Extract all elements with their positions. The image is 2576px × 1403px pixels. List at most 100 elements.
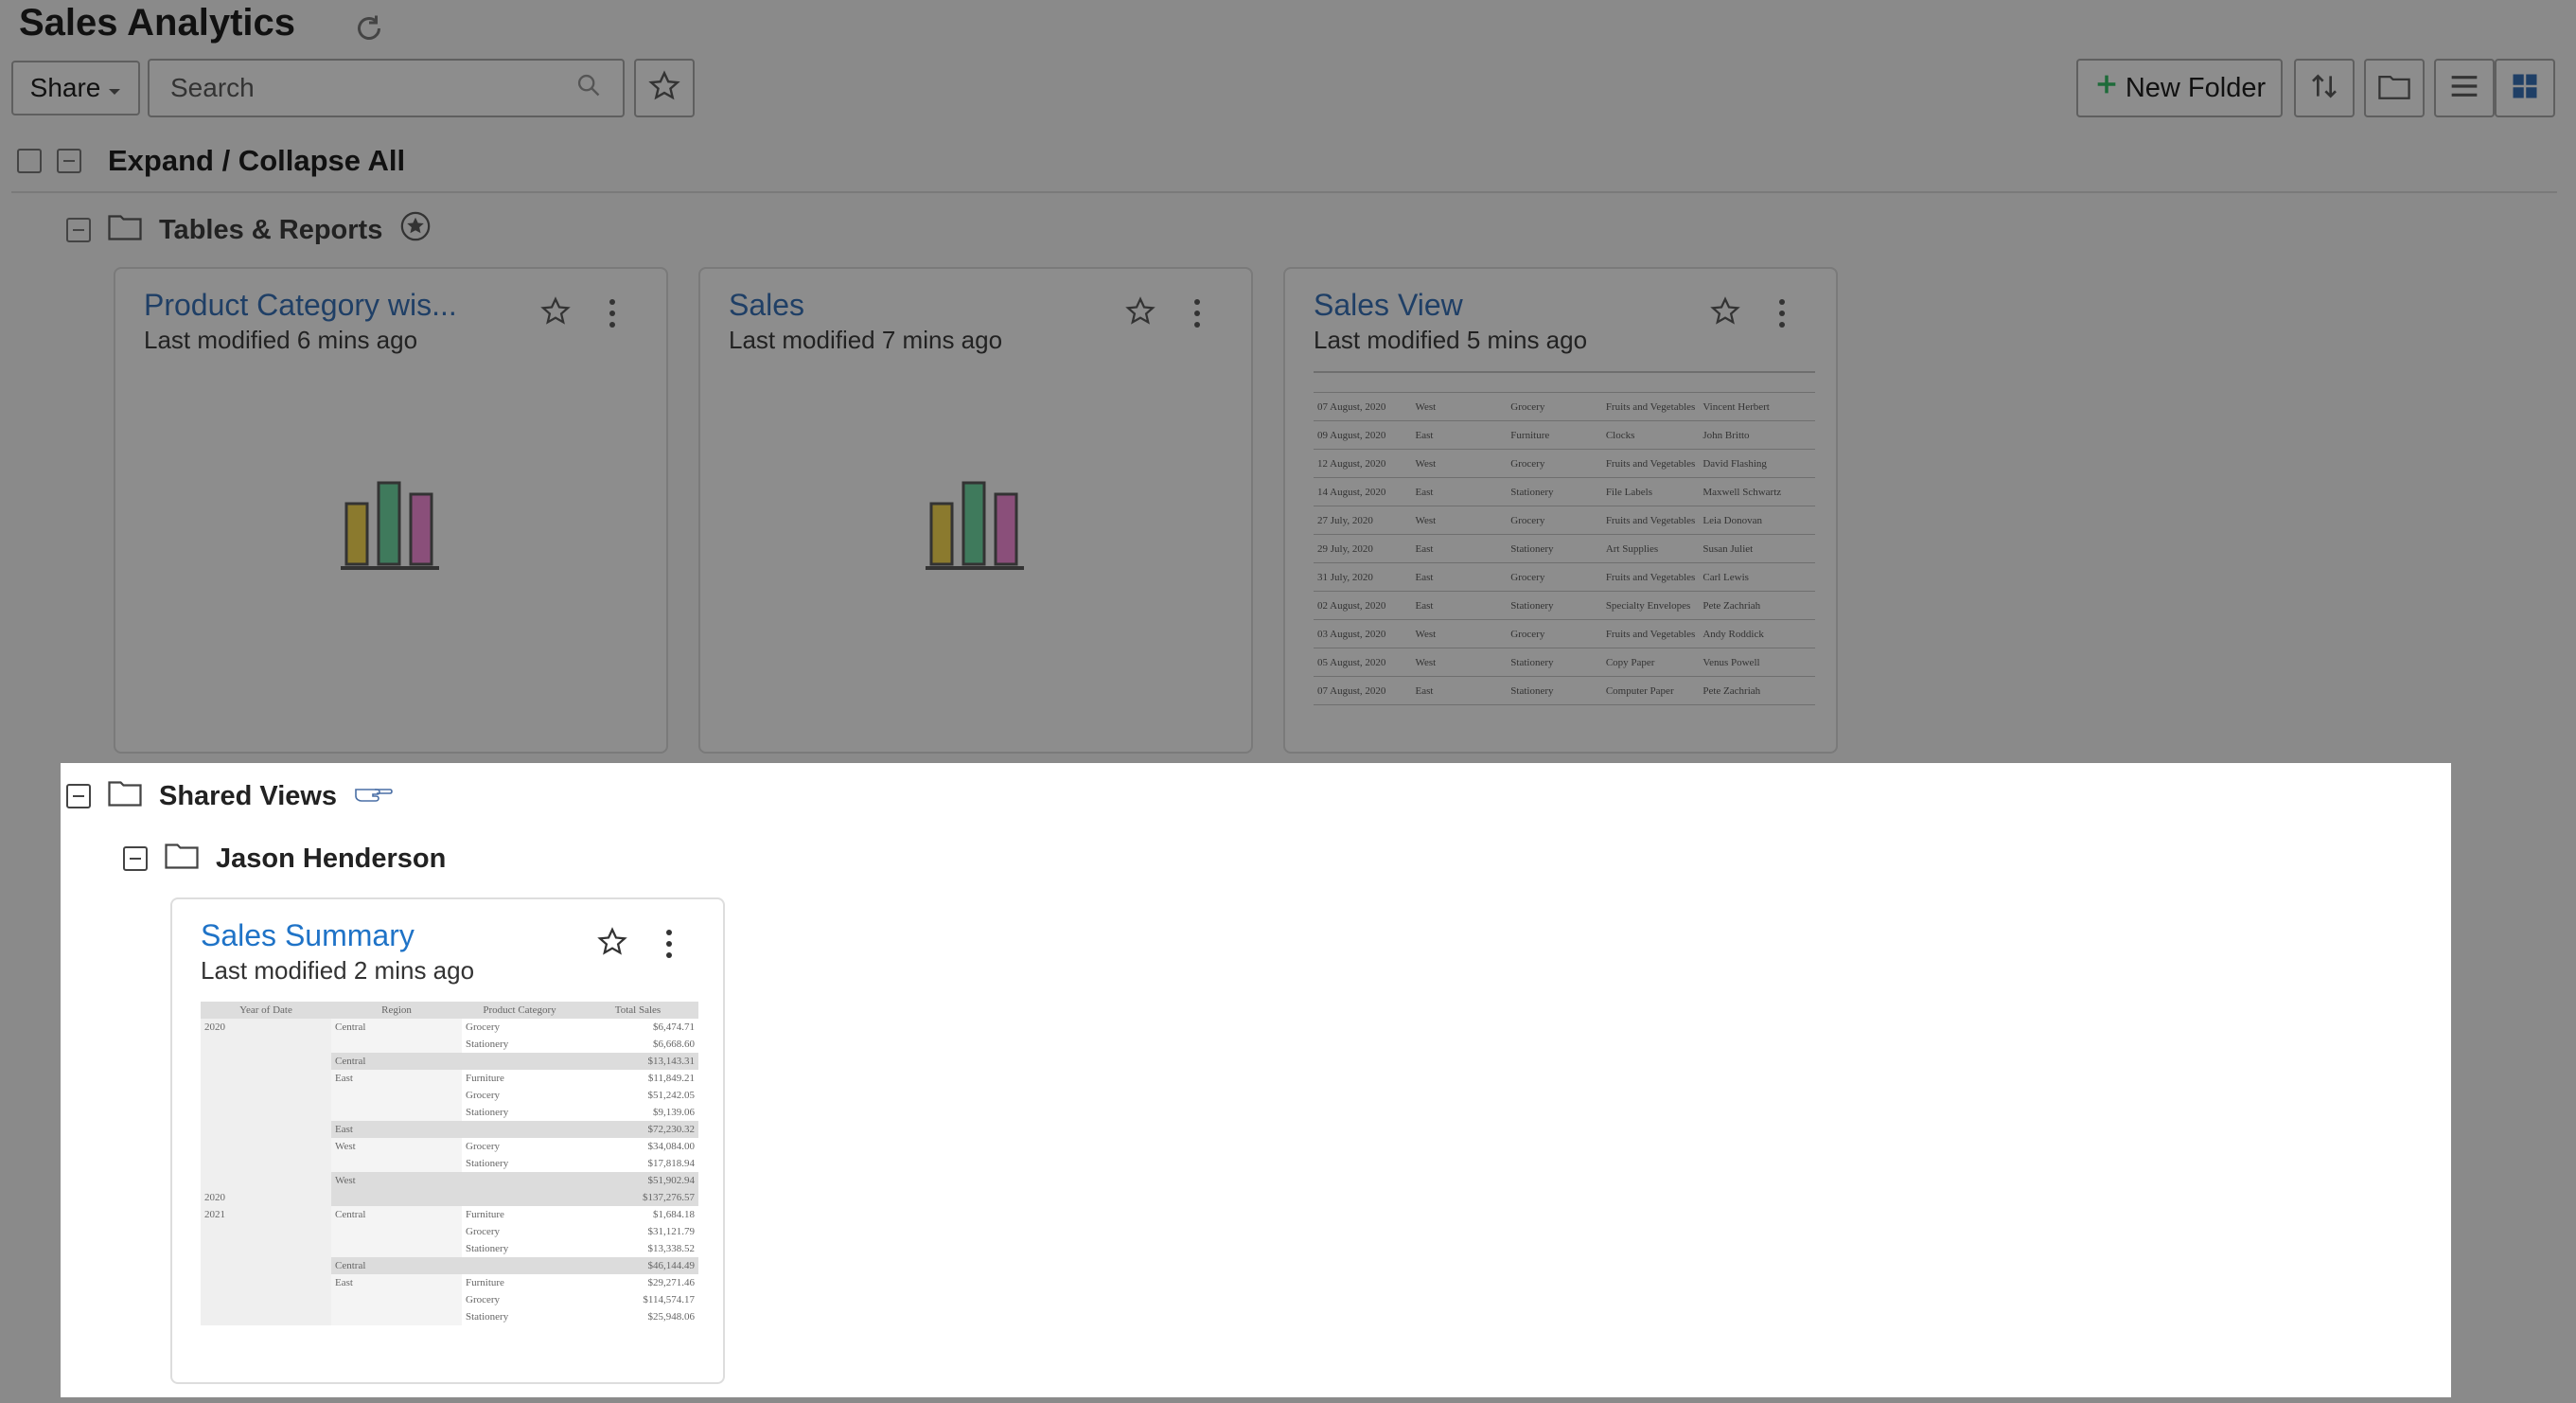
table-cell: West [1411, 393, 1508, 421]
expand-collapse-label[interactable]: Expand / Collapse All [108, 144, 405, 178]
new-folder-button[interactable]: New Folder [2076, 59, 2283, 117]
card-title[interactable]: Product Category wis... [144, 288, 457, 323]
view-card[interactable]: Sales View Last modified 5 mins ago 07 A… [1283, 267, 1838, 754]
table-row: Stationery $6,668.60 [201, 1036, 698, 1053]
table-cell [331, 1104, 462, 1121]
view-card[interactable]: Product Category wis... Last modified 6 … [114, 267, 668, 754]
table-cell [462, 1172, 577, 1189]
share-button[interactable]: Share [11, 61, 140, 115]
card-title[interactable]: Sales [729, 288, 804, 323]
sort-button[interactable] [2294, 59, 2355, 117]
card-modified: Last modified 5 mins ago [1314, 326, 1588, 354]
table-cell [331, 1308, 462, 1325]
refresh-icon[interactable] [352, 11, 386, 45]
favorites-button[interactable] [634, 59, 695, 117]
folder-tables-reports[interactable]: Tables & Reports [66, 210, 432, 250]
select-all-checkbox[interactable] [17, 149, 42, 173]
grid-view-button[interactable] [2495, 59, 2555, 117]
folder-name: Tables & Reports [159, 214, 383, 245]
more-options-icon[interactable] [1194, 299, 1202, 333]
folder-icon [165, 841, 199, 877]
table-row: 2020 Central Grocery $6,474.71 [201, 1019, 698, 1036]
star-icon[interactable] [539, 295, 572, 332]
table-cell: Pete Zachriah [1699, 591, 1815, 620]
sales-view-table: 07 August, 2020 West Grocery Fruits and Veg… [1314, 393, 1815, 705]
star-icon[interactable] [1709, 295, 1741, 332]
table-row: Grocery $114,574.17 [201, 1291, 698, 1308]
table-cell: Susan Juliet [1699, 534, 1815, 563]
expand-collapse-row: Expand / Collapse All [17, 144, 405, 178]
card-modified: Last modified 2 mins ago [201, 956, 475, 985]
view-card[interactable]: Sales Summary Last modified 2 mins ago Y… [170, 897, 725, 1384]
table-row: 05 August, 2020 West Stationery Copy Paper V… [1314, 648, 1815, 677]
table-cell: East [331, 1070, 462, 1087]
table-cell: Stationery [1507, 648, 1602, 677]
table-cell: Central [331, 1257, 462, 1274]
table-cell: Stationery [1507, 534, 1602, 563]
favorite-badge-icon [399, 210, 432, 250]
table-cell: Copy Paper [1601, 648, 1700, 677]
table-cell [201, 1223, 331, 1240]
table-cell: Grocery [466, 1226, 501, 1237]
table-cell: David Flashing [1699, 449, 1815, 478]
table-cell: Stationery [466, 1107, 509, 1118]
folder-shared-views[interactable]: Shared Views [66, 778, 394, 814]
table-cell: Stationery [466, 1243, 509, 1254]
table-cell [331, 1291, 462, 1308]
search-icon[interactable] [575, 72, 602, 105]
folder-jason-henderson[interactable]: Jason Henderson [123, 841, 446, 877]
table-cell: 14 August, 2020 [1314, 477, 1412, 506]
chevron-down-icon [108, 73, 121, 103]
divider [11, 191, 2557, 193]
card-title[interactable]: Sales View [1314, 288, 1463, 323]
collapse-icon[interactable] [66, 218, 91, 242]
table-cell: $114,574.17 [643, 1294, 695, 1305]
table-row: 07 August, 2020 East Stationery Computer Pa… [1314, 676, 1815, 705]
folder-view-button[interactable] [2364, 59, 2425, 117]
table-cell: East [1411, 562, 1508, 592]
table-cell: Vincent Herbert [1699, 393, 1815, 421]
table-cell [201, 1240, 331, 1257]
view-card[interactable]: Sales Last modified 7 mins ago [698, 267, 1253, 754]
summary-preview: Year of Date Region Product Category Total … [201, 1002, 698, 1354]
more-options-icon[interactable] [609, 299, 617, 333]
table-cell [331, 1189, 462, 1206]
card-modified: Last modified 7 mins ago [729, 326, 1003, 354]
collapse-icon[interactable] [66, 784, 91, 808]
table-row: Central $13,143.31 [201, 1053, 698, 1070]
star-icon[interactable] [1124, 295, 1156, 332]
more-options-icon[interactable] [1779, 299, 1787, 333]
table-cell: $137,276.57 [577, 1189, 698, 1206]
page-title: Sales Analytics [19, 2, 296, 44]
table-cell: Grocery [466, 1294, 501, 1305]
table-cell: 07 August, 2020 [1314, 676, 1412, 705]
table-row: 09 August, 2020 East Furniture Clocks John B… [1314, 420, 1815, 450]
table-cell: 2020 [201, 1189, 331, 1206]
more-options-icon[interactable] [666, 930, 674, 964]
folder-icon [108, 212, 142, 248]
table-cell: East [1411, 676, 1508, 705]
table-cell: $25,948.06 [647, 1311, 696, 1323]
table-cell [201, 1155, 331, 1172]
table-cell [331, 1036, 462, 1053]
table-cell: $51,242.05 [647, 1090, 696, 1101]
table-row: 29 July, 2020 East Stationery Art Supplies S… [1314, 534, 1815, 563]
star-icon[interactable] [596, 926, 628, 963]
card-title[interactable]: Sales Summary [201, 918, 415, 953]
table-row: Grocery $31,121.79 [201, 1223, 698, 1240]
collapse-icon[interactable] [123, 846, 148, 871]
table-cell: $11,849.21 [647, 1073, 695, 1084]
list-view-button[interactable] [2434, 59, 2495, 117]
table-header: Product Category [462, 1002, 577, 1019]
table-cell [201, 1291, 331, 1308]
search-input[interactable]: Search [148, 59, 625, 117]
table-cell: Carl Lewis [1699, 562, 1815, 592]
table-cell [331, 1223, 462, 1240]
collapse-all-icon[interactable] [57, 149, 81, 173]
table-cell [201, 1172, 331, 1189]
table-cell [201, 1274, 331, 1291]
table-cell: Grocery [1507, 393, 1602, 421]
table-cell: West [1411, 449, 1508, 478]
table-cell [201, 1104, 331, 1121]
table-cell: West [1411, 648, 1508, 677]
